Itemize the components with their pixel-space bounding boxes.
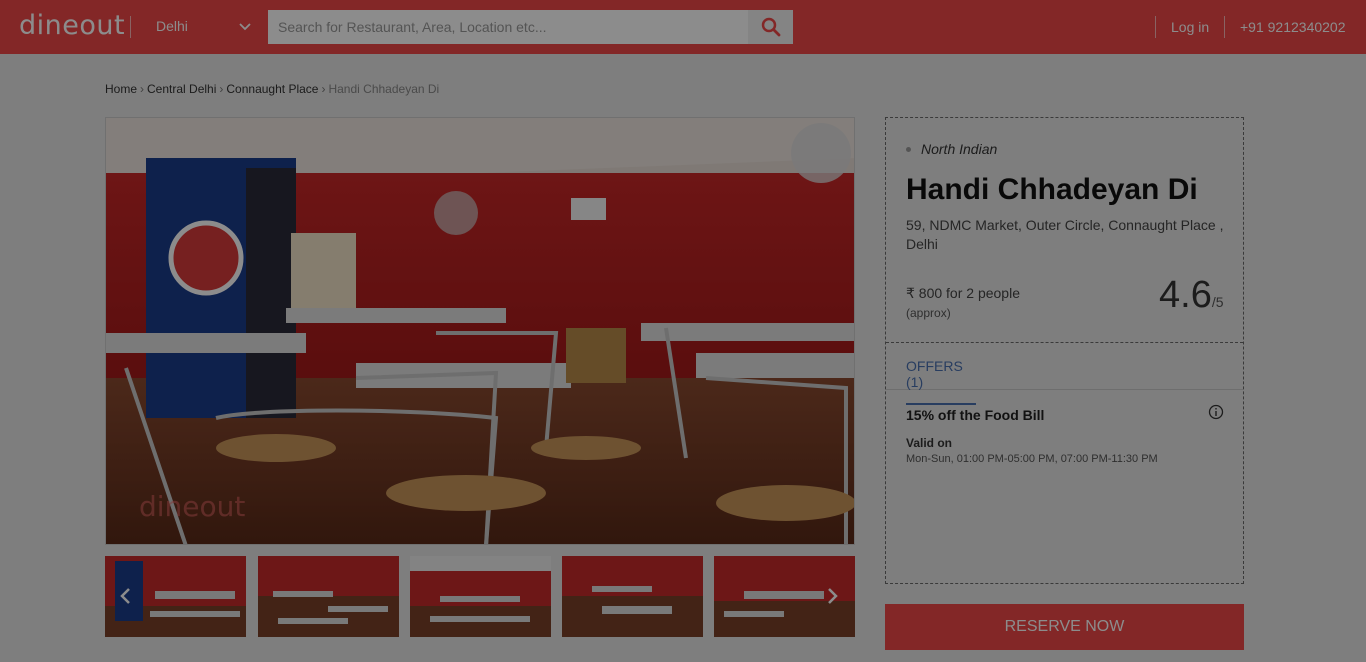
cost-note: (approx) [906, 306, 951, 320]
top-nav-bar: dineout Delhi Log in +91 9212340202 [0, 0, 1366, 54]
divider [1224, 16, 1225, 38]
breadcrumb-locality[interactable]: Connaught Place [226, 82, 318, 96]
offer-valid-label: Valid on [906, 436, 953, 450]
restaurant-address: 59, NDMC Market, Outer Circle, Connaught… [906, 217, 1224, 252]
bullet-dot [906, 146, 911, 152]
photo-thumbnail-strip [105, 556, 855, 637]
tab-offers[interactable]: OFFERS (1) [906, 358, 976, 405]
chevron-left-icon [120, 588, 130, 604]
divider [130, 16, 131, 38]
watermark-logo: dineout [139, 490, 246, 523]
dineout-logo[interactable]: dineout [19, 10, 125, 41]
cuisine-tag: North Indian [906, 141, 997, 157]
thumbnail[interactable] [562, 556, 703, 637]
offer-title: 15% off the Food Bill [906, 407, 1045, 423]
search-icon [761, 17, 780, 37]
breadcrumb-current: Handi Chhadeyan Di [328, 82, 440, 96]
thumbnail[interactable] [410, 556, 551, 637]
divider [1155, 16, 1156, 38]
breadcrumb-area[interactable]: Central Delhi [147, 82, 216, 96]
phone-number[interactable]: +91 9212340202 [1240, 19, 1346, 35]
chevron-down-icon[interactable] [238, 20, 252, 34]
offers-tabs: OFFERS (1) [886, 343, 1243, 405]
search-button[interactable] [748, 10, 793, 44]
restaurant-main-photo[interactable]: dineout [105, 117, 855, 545]
offer-valid-times: Mon-Sun, 01:00 PM-05:00 PM, 07:00 PM-11:… [906, 453, 1158, 465]
city-selector-label[interactable]: Delhi [156, 18, 188, 34]
rating-scale: /5 [1211, 294, 1224, 310]
restaurant-interior-image [106, 118, 854, 544]
info-icon[interactable] [1208, 404, 1224, 420]
thumbnail[interactable] [258, 556, 399, 637]
search-input[interactable] [268, 10, 748, 44]
rating: 4.6/5 [1159, 274, 1224, 317]
next-photo-button[interactable] [823, 586, 843, 606]
restaurant-info-card: North Indian Handi Chhadeyan Di 59, NDMC… [885, 117, 1244, 584]
login-link[interactable]: Log in [1171, 19, 1209, 35]
reserve-now-button[interactable]: RESERVE NOW [885, 604, 1244, 650]
search-bar [268, 10, 793, 44]
chevron-right-icon [828, 588, 838, 604]
previous-photo-button[interactable] [115, 586, 135, 606]
breadcrumb-home[interactable]: Home [105, 82, 137, 96]
rating-value: 4.6 [1159, 274, 1212, 316]
breadcrumb: Home › Central Delhi › Connaught Place › Handi… [105, 82, 440, 96]
restaurant-name: Handi Chhadeyan Di [906, 173, 1198, 206]
cost-for-two: ₹ 800 for 2 people [906, 285, 1020, 301]
